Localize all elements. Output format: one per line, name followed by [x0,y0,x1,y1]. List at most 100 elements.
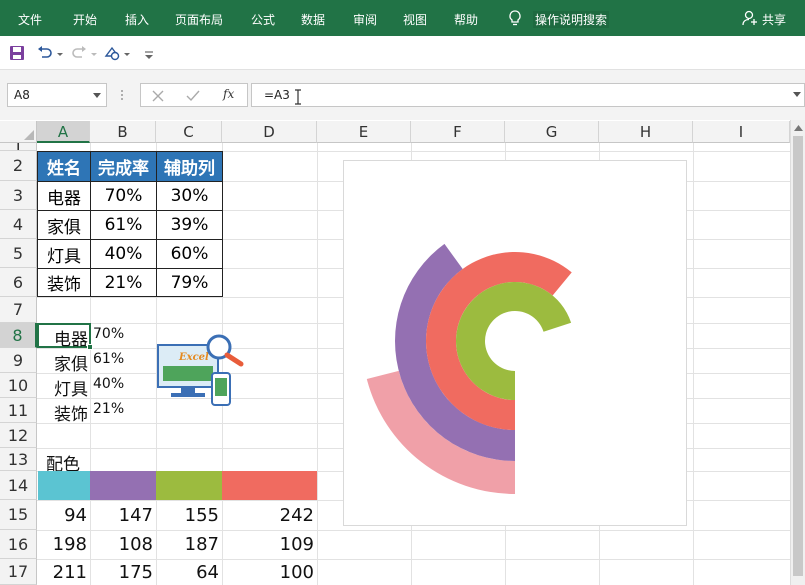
color-swatch-teal[interactable] [38,471,91,500]
tell-me-search[interactable]: 操作说明搜索 [533,11,610,28]
table-cell[interactable]: 装饰 [37,268,91,297]
rgb-value[interactable]: 242 [222,505,314,526]
table-cell[interactable]: 79% [156,268,223,297]
label-percent[interactable]: 61% [93,351,124,367]
row-header-14[interactable]: 14 [0,471,37,500]
table-cell[interactable]: 61% [90,210,157,240]
table-cell[interactable]: 40% [90,239,157,269]
row-header-10[interactable]: 10 [0,373,37,398]
rgb-value[interactable]: 94 [37,505,87,526]
col-header-f[interactable]: F [411,121,505,143]
rgb-value[interactable]: 211 [37,562,87,583]
rgb-value[interactable]: 175 [90,562,153,583]
row-header-4[interactable]: 4 [0,210,37,239]
tab-formulas[interactable]: 公式 [251,11,275,28]
color-swatch-green[interactable] [156,471,223,500]
label-percent[interactable]: 21% [93,401,124,417]
rgb-value[interactable]: 147 [90,505,153,526]
rgb-value[interactable]: 198 [37,534,87,555]
row-header-9[interactable]: 9 [0,348,37,373]
lightbulb-icon[interactable] [508,10,522,26]
row-header-13[interactable]: 13 [0,448,37,471]
col-header-g[interactable]: G [505,121,599,143]
ring-segment-1[interactable] [456,282,572,400]
row-header-15[interactable]: 15 [0,500,37,530]
row-header-7[interactable]: 7 [0,297,37,323]
col-header-e[interactable]: E [317,121,411,143]
rgb-value[interactable]: 108 [90,534,153,555]
row-header-3[interactable]: 3 [0,181,37,210]
redo-icon[interactable] [70,44,88,62]
col-header-d[interactable]: D [222,121,317,143]
formula-input[interactable]: =A3 [251,83,805,107]
person-share-icon[interactable] [742,10,758,26]
row-header-2[interactable]: 2 [0,151,37,181]
label-category[interactable]: 电器 [54,325,88,350]
row-header-16[interactable]: 16 [0,530,37,559]
table-cell[interactable]: 39% [156,210,223,240]
col-header-a[interactable]: A [37,121,90,143]
scroll-up-icon[interactable] [794,124,803,131]
row-header-8[interactable]: 8 [0,323,37,348]
row-header-11[interactable]: 11 [0,398,37,423]
rgb-value[interactable]: 64 [156,562,219,583]
share-button[interactable]: 共享 [762,11,786,28]
undo-icon[interactable] [36,44,54,62]
col-header-i[interactable]: I [693,121,790,143]
col-header-h[interactable]: H [599,121,693,143]
shapes-dropdown-icon[interactable] [123,44,131,62]
color-swatch-coral[interactable] [222,471,317,500]
col-header-c[interactable]: C [156,121,222,143]
table-cell[interactable]: 家俱 [37,210,91,240]
tab-view[interactable]: 视图 [403,11,427,28]
tab-review[interactable]: 审阅 [353,11,377,28]
chevron-down-icon[interactable] [93,93,101,98]
vertical-scrollbar[interactable] [790,120,805,585]
table-cell[interactable]: 21% [90,268,157,297]
row-header-17[interactable]: 17 [0,559,37,585]
tab-insert[interactable]: 插入 [125,11,149,28]
label-percent[interactable]: 70% [93,326,124,342]
table-cell[interactable]: 30% [156,181,223,211]
enter-check-icon[interactable] [186,89,200,103]
select-all-corner[interactable] [0,121,37,143]
name-box[interactable]: A8 [7,83,107,107]
chart-area[interactable] [343,160,687,526]
label-category[interactable]: 家俱 [54,350,88,375]
rgb-value[interactable]: 100 [222,562,314,583]
row-header-5[interactable]: 5 [0,239,37,268]
excel-classroom-logo[interactable]: Excel [157,333,247,408]
tab-page-layout[interactable]: 页面布局 [175,11,223,28]
table-header[interactable]: 辅助列 [156,151,223,182]
label-category[interactable]: 装饰 [54,400,88,425]
table-cell[interactable]: 电器 [37,181,91,211]
tab-help[interactable]: 帮助 [454,11,478,28]
rgb-value[interactable]: 109 [222,534,314,555]
tab-file[interactable]: 文件 [18,11,42,28]
ring-chart-plot[interactable] [344,161,688,527]
col-header-b[interactable]: B [90,121,156,143]
row-header-1[interactable]: 1 [0,143,37,151]
shapes-icon[interactable] [103,44,121,62]
rgb-value[interactable]: 155 [156,505,219,526]
label-percent[interactable]: 40% [93,376,124,392]
tab-home[interactable]: 开始 [73,11,97,28]
table-cell[interactable]: 灯具 [37,239,91,269]
cancel-icon[interactable] [151,89,165,103]
customize-toolbar-icon[interactable] [143,44,155,62]
scroll-thumb[interactable] [793,136,803,576]
color-swatch-purple[interactable] [90,471,157,500]
expand-formula-icon[interactable] [793,92,801,97]
redo-dropdown-icon[interactable] [90,44,98,62]
label-category[interactable]: 灯具 [54,375,88,400]
table-header[interactable]: 完成率 [90,151,157,182]
table-cell[interactable]: 70% [90,181,157,211]
tab-data[interactable]: 数据 [301,11,325,28]
insert-function-icon[interactable]: fx [223,87,234,101]
save-icon[interactable] [8,44,26,62]
undo-dropdown-icon[interactable] [56,44,64,62]
rgb-value[interactable]: 187 [156,534,219,555]
table-cell[interactable]: 60% [156,239,223,269]
table-header[interactable]: 姓名 [37,151,91,182]
row-header-12[interactable]: 12 [0,423,37,448]
